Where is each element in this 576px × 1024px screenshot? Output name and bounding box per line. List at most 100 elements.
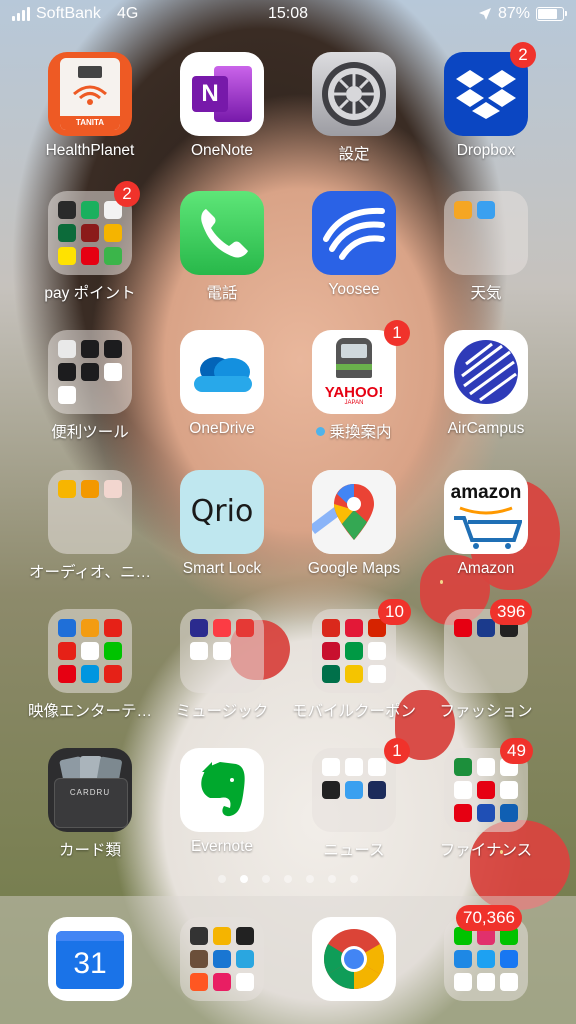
- notification-badge: 1: [384, 320, 410, 346]
- calendar-date: 31: [73, 947, 107, 980]
- map-pin-icon: [312, 470, 396, 554]
- folder-weather[interactable]: 天気: [416, 191, 556, 303]
- folder-fashion[interactable]: 396 ファッション: [416, 599, 556, 721]
- app-label: Yoosee: [328, 281, 380, 298]
- app-phone[interactable]: 電話: [152, 191, 292, 303]
- folder-label: 天気: [470, 285, 502, 302]
- qrio-icon: Qrio: [180, 470, 264, 554]
- battery-icon: [536, 7, 567, 21]
- battery-percent: 87%: [497, 5, 530, 22]
- app-label-text: 乗換案内: [329, 424, 392, 441]
- app-label: AirCampus: [447, 420, 525, 437]
- folder-label: 便利ツール: [51, 424, 129, 441]
- page-indicator[interactable]: [0, 875, 576, 883]
- notification-badge: 2: [114, 181, 140, 207]
- folder-label: ニュース: [323, 842, 385, 859]
- cart-icon: amazon: [444, 470, 528, 554]
- app-label: Smart Lock: [182, 560, 262, 577]
- app-label: OneDrive: [189, 420, 255, 437]
- app-evernote[interactable]: Evernote: [152, 748, 292, 856]
- app-onedrive[interactable]: OneDrive: [152, 330, 292, 438]
- app-label: カード類: [58, 842, 121, 859]
- folder-pay[interactable]: 2 pay ポイント: [20, 181, 160, 303]
- app-label: 設定: [338, 146, 370, 163]
- folder-icon: [180, 917, 264, 1001]
- status-bar: SoftBank 4G 15:08 87%: [0, 0, 576, 30]
- train-icon: YAHOO! JAPAN: [312, 330, 396, 414]
- folder-label: ファッション: [439, 703, 533, 720]
- app-label: Amazon: [457, 560, 515, 577]
- notification-badge: 1: [384, 738, 410, 764]
- folder-icon: [312, 748, 396, 832]
- folder-label: pay ポイント: [44, 285, 136, 302]
- aircampus-icon: [444, 330, 528, 414]
- page-dot[interactable]: [284, 875, 292, 883]
- folder-label: ファイナンス: [439, 842, 533, 859]
- app-healthplanet[interactable]: TANITA HealthPlanet: [20, 52, 160, 160]
- folder-label: ミュージック: [175, 703, 269, 720]
- cloud-icon: [180, 330, 264, 414]
- phone-icon: [180, 191, 264, 275]
- folder-tools[interactable]: 便利ツール: [20, 330, 160, 442]
- app-label: Evernote: [190, 838, 254, 855]
- folder-news[interactable]: 1 ニュース: [284, 738, 424, 860]
- yahoo-logo: YAHOO!: [324, 384, 384, 401]
- app-settings[interactable]: 設定: [284, 52, 424, 164]
- app-label: OneNote: [190, 142, 254, 159]
- wallet-icon: CARDRU: [48, 748, 132, 832]
- notification-badge: 396: [490, 599, 533, 625]
- app-amazon[interactable]: amazon Amazon: [416, 470, 556, 578]
- onenote-icon: N: [180, 52, 264, 136]
- folder-finance[interactable]: 49 ファイナンス: [416, 738, 556, 860]
- scale-icon: TANITA: [48, 52, 132, 136]
- app-norikae[interactable]: YAHOO! JAPAN 1 乗換案内: [284, 320, 424, 442]
- dock-app-chrome[interactable]: [284, 917, 424, 1001]
- app-label: Google Maps: [307, 560, 401, 577]
- yoosee-icon: [312, 191, 396, 275]
- calendar-icon: 31: [48, 917, 132, 1001]
- folder-music[interactable]: ミュージック: [152, 609, 292, 721]
- page-dot[interactable]: [240, 875, 248, 883]
- app-yoosee[interactable]: Yoosee: [284, 191, 424, 299]
- folder-label: 映像エンターテ…: [27, 703, 152, 720]
- dock-app-calendar[interactable]: 31: [20, 917, 160, 1001]
- page-dot[interactable]: [328, 875, 336, 883]
- folder-video[interactable]: 映像エンターテ…: [20, 609, 160, 721]
- app-smartlock[interactable]: Qrio Smart Lock: [152, 470, 292, 578]
- notification-badge: 2: [510, 42, 536, 68]
- folder-coupon[interactable]: 10 モバイルクーポン: [284, 599, 424, 721]
- folder-icon: [180, 609, 264, 693]
- notification-badge: 10: [378, 599, 411, 625]
- qrio-logo: Qrio: [190, 494, 254, 529]
- folder-icon: [48, 330, 132, 414]
- folder-audio[interactable]: オーディオ、ニ…: [20, 470, 160, 582]
- gear-icon: [312, 52, 396, 136]
- page-dot[interactable]: [350, 875, 358, 883]
- app-label: 乗換案内: [284, 420, 424, 442]
- chrome-icon: [312, 917, 396, 1001]
- notification-badge: 70,366: [456, 905, 522, 931]
- app-aircampus[interactable]: AirCampus: [416, 330, 556, 438]
- folder-icon: [48, 609, 132, 693]
- app-cards[interactable]: CARDRU カード類: [20, 748, 160, 860]
- amazon-logo: amazon: [450, 482, 522, 503]
- app-dropbox[interactable]: 2 Dropbox: [416, 42, 556, 160]
- elephant-icon: [180, 748, 264, 832]
- folder-label: モバイルクーポン: [291, 703, 416, 720]
- app-label: HealthPlanet: [45, 142, 135, 159]
- folder-label: オーディオ、ニ…: [29, 564, 151, 581]
- dock-folder-photo[interactable]: [152, 917, 292, 1001]
- page-dot[interactable]: [262, 875, 270, 883]
- app-googlemaps[interactable]: Google Maps: [284, 470, 424, 578]
- location-arrow-icon: [478, 8, 491, 20]
- folder-icon: [48, 470, 132, 554]
- folder-icon: [444, 191, 528, 275]
- new-app-dot: [316, 427, 326, 436]
- dock-folder-social[interactable]: 70,366: [416, 905, 556, 1001]
- yahoo-sublogo: JAPAN: [344, 400, 364, 406]
- app-onenote[interactable]: N OneNote: [152, 52, 292, 160]
- notification-badge: 49: [500, 738, 533, 764]
- page-dot[interactable]: [218, 875, 226, 883]
- page-dot[interactable]: [306, 875, 314, 883]
- app-label: 電話: [206, 285, 238, 302]
